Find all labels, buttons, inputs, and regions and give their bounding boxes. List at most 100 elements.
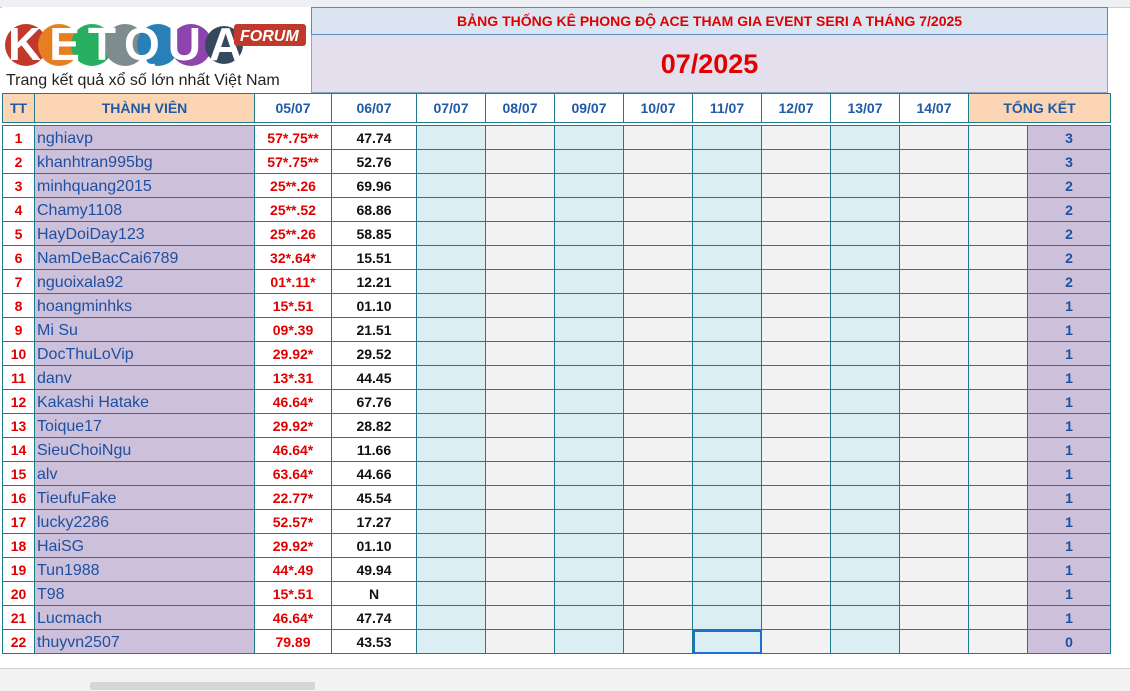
row-number-cell[interactable]: 14	[2, 437, 35, 462]
empty-date-cell[interactable]	[830, 581, 900, 606]
empty-date-cell[interactable]	[761, 149, 831, 174]
empty-date-cell[interactable]	[485, 293, 555, 318]
empty-cell[interactable]	[968, 437, 1028, 462]
empty-date-cell[interactable]	[485, 221, 555, 246]
row-number-cell[interactable]: 7	[2, 269, 35, 294]
total-cell[interactable]: 1	[1027, 581, 1111, 606]
date-header[interactable]: 06/07	[331, 93, 417, 123]
empty-cell[interactable]	[968, 485, 1028, 510]
empty-date-cell[interactable]	[485, 317, 555, 342]
total-cell[interactable]: 0	[1027, 629, 1111, 654]
empty-date-cell[interactable]	[416, 365, 486, 390]
empty-date-cell[interactable]	[623, 509, 693, 534]
total-cell[interactable]: 1	[1027, 605, 1111, 630]
empty-date-cell[interactable]	[416, 269, 486, 294]
empty-date-cell[interactable]	[899, 413, 969, 438]
total-cell[interactable]: 2	[1027, 197, 1111, 222]
date-cell-05-07[interactable]: 29.92*	[254, 533, 332, 558]
row-number-cell[interactable]: 8	[2, 293, 35, 318]
empty-date-cell[interactable]	[623, 317, 693, 342]
empty-date-cell[interactable]	[899, 293, 969, 318]
empty-date-cell[interactable]	[416, 245, 486, 270]
date-cell-05-07[interactable]: 46.64*	[254, 605, 332, 630]
empty-date-cell[interactable]	[830, 605, 900, 630]
date-cell-06-07[interactable]: 58.85	[331, 221, 417, 246]
empty-date-cell[interactable]	[830, 125, 900, 150]
member-name-cell[interactable]: Kakashi Hatake	[34, 389, 255, 414]
empty-date-cell[interactable]	[623, 245, 693, 270]
empty-date-cell[interactable]	[899, 437, 969, 462]
empty-date-cell[interactable]	[554, 365, 624, 390]
empty-date-cell[interactable]	[485, 533, 555, 558]
empty-cell[interactable]	[968, 557, 1028, 582]
empty-date-cell[interactable]	[830, 557, 900, 582]
empty-date-cell[interactable]	[899, 221, 969, 246]
empty-date-cell[interactable]	[623, 413, 693, 438]
empty-date-cell[interactable]	[623, 581, 693, 606]
date-cell-05-07[interactable]: 09*.39	[254, 317, 332, 342]
total-cell[interactable]: 1	[1027, 389, 1111, 414]
empty-cell[interactable]	[968, 509, 1028, 534]
date-cell-05-07[interactable]: 13*.31	[254, 365, 332, 390]
date-cell-05-07[interactable]: 57*.75**	[254, 149, 332, 174]
empty-date-cell[interactable]	[692, 461, 762, 486]
empty-date-cell[interactable]	[692, 509, 762, 534]
total-cell[interactable]: 2	[1027, 269, 1111, 294]
empty-date-cell[interactable]	[692, 389, 762, 414]
date-cell-06-07[interactable]: 47.74	[331, 125, 417, 150]
row-number-cell[interactable]: 9	[2, 317, 35, 342]
member-name-cell[interactable]: lucky2286	[34, 509, 255, 534]
total-cell[interactable]: 1	[1027, 485, 1111, 510]
empty-date-cell[interactable]	[554, 245, 624, 270]
empty-date-cell[interactable]	[899, 509, 969, 534]
empty-date-cell[interactable]	[899, 605, 969, 630]
empty-date-cell[interactable]	[554, 149, 624, 174]
date-cell-05-07[interactable]: 25**.26	[254, 173, 332, 198]
empty-cell[interactable]	[968, 365, 1028, 390]
empty-date-cell[interactable]	[830, 173, 900, 198]
empty-date-cell[interactable]	[830, 149, 900, 174]
empty-cell[interactable]	[968, 629, 1028, 654]
empty-date-cell[interactable]	[899, 197, 969, 222]
empty-date-cell[interactable]	[692, 557, 762, 582]
total-cell[interactable]: 2	[1027, 245, 1111, 270]
empty-date-cell[interactable]	[761, 461, 831, 486]
total-cell[interactable]: 1	[1027, 341, 1111, 366]
empty-cell[interactable]	[968, 149, 1028, 174]
empty-date-cell[interactable]	[416, 389, 486, 414]
total-cell[interactable]: 1	[1027, 413, 1111, 438]
empty-date-cell[interactable]	[830, 509, 900, 534]
empty-date-cell[interactable]	[485, 557, 555, 582]
date-cell-06-07[interactable]: 47.74	[331, 605, 417, 630]
empty-cell[interactable]	[968, 245, 1028, 270]
empty-date-cell[interactable]	[485, 581, 555, 606]
empty-cell[interactable]	[968, 221, 1028, 246]
date-cell-05-07[interactable]: 46.64*	[254, 437, 332, 462]
empty-date-cell[interactable]	[692, 581, 762, 606]
empty-cell[interactable]	[968, 317, 1028, 342]
date-cell-05-07[interactable]: 32*.64*	[254, 245, 332, 270]
member-name-cell[interactable]: Mi Su	[34, 317, 255, 342]
empty-date-cell[interactable]	[485, 197, 555, 222]
date-cell-06-07[interactable]: 69.96	[331, 173, 417, 198]
empty-date-cell[interactable]	[623, 125, 693, 150]
empty-date-cell[interactable]	[416, 581, 486, 606]
member-name-cell[interactable]: Toique17	[34, 413, 255, 438]
total-header[interactable]: TỔNG KẾT	[968, 93, 1111, 123]
member-name-cell[interactable]: T98	[34, 581, 255, 606]
empty-date-cell[interactable]	[485, 341, 555, 366]
date-cell-05-07[interactable]: 29.92*	[254, 341, 332, 366]
date-header[interactable]: 13/07	[830, 93, 900, 123]
empty-date-cell[interactable]	[761, 269, 831, 294]
date-cell-06-07[interactable]: 21.51	[331, 317, 417, 342]
empty-cell[interactable]	[968, 341, 1028, 366]
empty-cell[interactable]	[968, 197, 1028, 222]
empty-date-cell[interactable]	[830, 629, 900, 654]
empty-date-cell[interactable]	[899, 173, 969, 198]
row-number-cell[interactable]: 18	[2, 533, 35, 558]
empty-date-cell[interactable]	[692, 197, 762, 222]
date-cell-06-07[interactable]: 17.27	[331, 509, 417, 534]
empty-date-cell[interactable]	[761, 413, 831, 438]
empty-date-cell[interactable]	[554, 605, 624, 630]
empty-date-cell[interactable]	[692, 149, 762, 174]
